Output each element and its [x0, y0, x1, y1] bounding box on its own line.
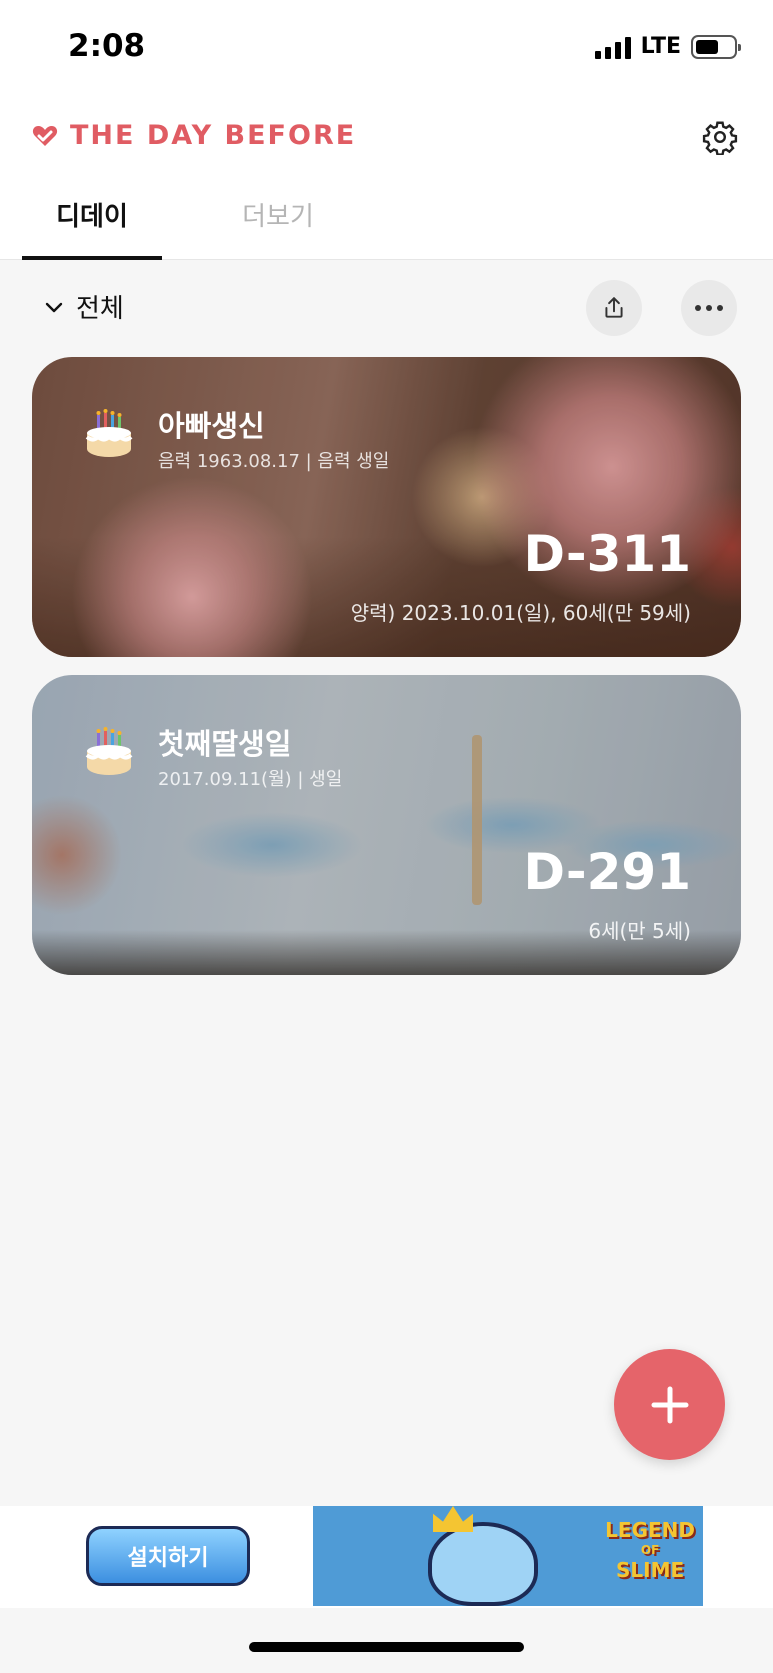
- more-icon: [695, 305, 723, 311]
- ad-banner[interactable]: 설치하기 LEGEND OF SLIME: [0, 1506, 773, 1608]
- settings-button[interactable]: [697, 114, 743, 160]
- brand: THE DAY BEFORE: [32, 120, 356, 151]
- card-title: 첫째딸생일: [158, 727, 292, 761]
- cake-icon: [85, 409, 133, 457]
- status-indicators: LTE: [594, 34, 741, 59]
- home-indicator[interactable]: [249, 1642, 524, 1652]
- battery-icon: [691, 34, 741, 59]
- add-dday-button[interactable]: [614, 1349, 725, 1460]
- gear-icon: [702, 121, 738, 155]
- dday-card[interactable]: 아빠생신 음력 1963.08.17 | 음력 생일 D-311 양력) 202…: [32, 357, 741, 657]
- ad-install-button[interactable]: 설치하기: [86, 1526, 250, 1586]
- slime-character-icon: [428, 1522, 538, 1606]
- plus-icon: [651, 1386, 688, 1423]
- card-subtitle: 2017.09.11(월) | 생일: [158, 769, 343, 790]
- ad-logo: LEGEND OF SLIME: [605, 1518, 695, 1582]
- chevron-down-icon: [45, 302, 63, 312]
- status-bar: 2:08 LTE: [0, 0, 773, 100]
- card-detail: 6세(만 5세): [588, 919, 691, 943]
- share-button[interactable]: [586, 280, 642, 336]
- dday-card[interactable]: 첫째딸생일 2017.09.11(월) | 생일 D-291 6세(만 5세): [32, 675, 741, 975]
- tab-bar: 디데이 더보기: [0, 188, 773, 260]
- card-detail: 양력) 2023.10.01(일), 60세(만 59세): [350, 601, 691, 625]
- card-subtitle: 음력 1963.08.17 | 음력 생일: [158, 451, 390, 472]
- card-dday-count: D-291: [523, 843, 691, 901]
- cake-icon: [85, 727, 133, 775]
- signal-icon: [594, 35, 631, 59]
- filter-label: 전체: [76, 294, 124, 324]
- ad-image[interactable]: LEGEND OF SLIME: [313, 1506, 703, 1606]
- network-label: LTE: [640, 34, 681, 59]
- app-header: THE DAY BEFORE: [0, 100, 773, 188]
- share-icon: [605, 297, 623, 318]
- tab-dday[interactable]: 디데이: [22, 196, 162, 260]
- status-time: 2:08: [68, 28, 146, 64]
- crown-icon: [433, 1506, 473, 1532]
- heart-icon: [32, 125, 58, 146]
- more-options-button[interactable]: [681, 280, 737, 336]
- tab-more[interactable]: 더보기: [208, 196, 348, 260]
- filter-dropdown[interactable]: 전체: [44, 288, 124, 325]
- list-toolbar: 전체: [0, 280, 773, 336]
- card-dday-count: D-311: [523, 525, 691, 583]
- app-title: THE DAY BEFORE: [70, 120, 357, 151]
- card-title: 아빠생신: [158, 409, 265, 443]
